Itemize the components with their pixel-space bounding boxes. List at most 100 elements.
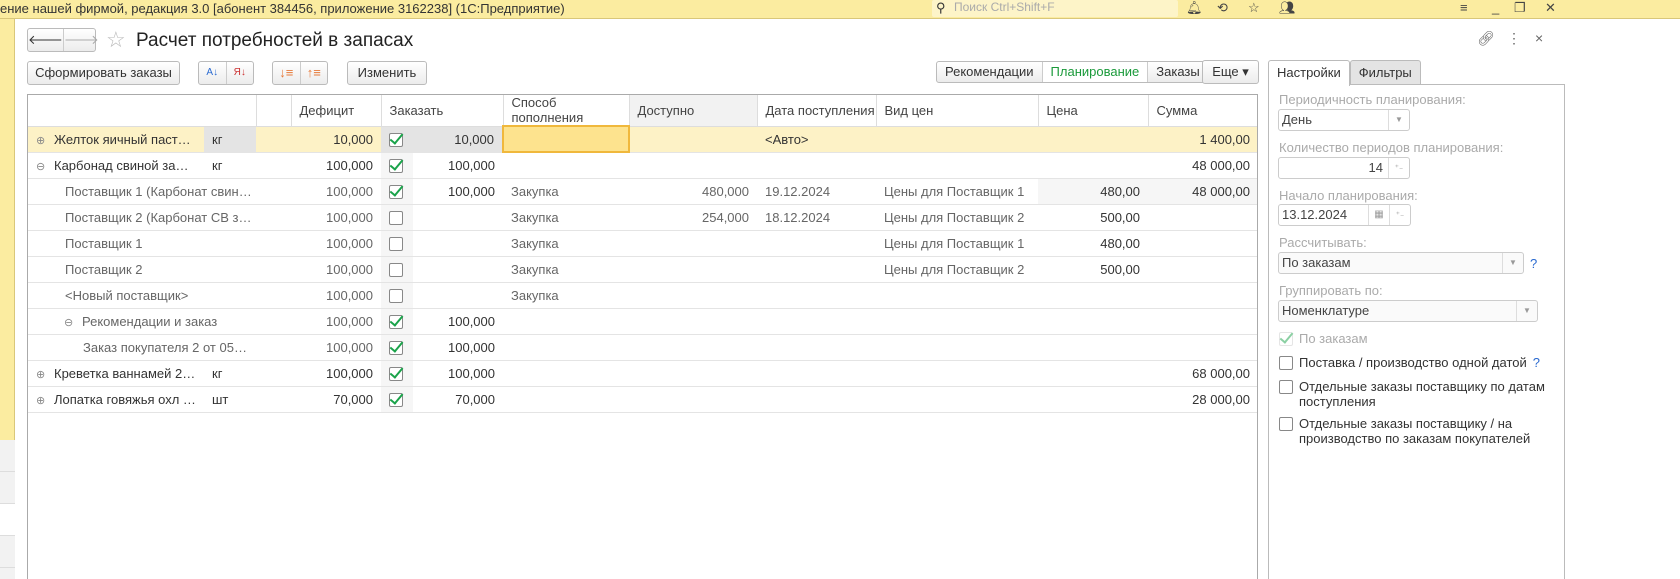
edit-button[interactable]: Изменить: [347, 61, 427, 85]
cell-price-type[interactable]: [876, 360, 1038, 387]
cell-order-qty[interactable]: [413, 282, 503, 309]
order-checkbox[interactable]: [389, 158, 403, 173]
cell-method[interactable]: Закупка: [503, 230, 629, 257]
order-checkbox[interactable]: [389, 366, 403, 381]
cell-name[interactable]: Поставщик 2 (Карбонат СВ з…: [28, 204, 291, 231]
separate-by-dates-checkbox[interactable]: [1279, 380, 1293, 394]
cell-date[interactable]: [757, 230, 876, 257]
cell-method[interactable]: Закупка: [503, 204, 629, 231]
cell-price-type[interactable]: Цены для Поставщик 1: [876, 178, 1038, 205]
cell-price[interactable]: [1038, 360, 1148, 387]
cell-order-check[interactable]: [381, 282, 413, 309]
order-checkbox[interactable]: [389, 132, 403, 147]
single-date-option[interactable]: Поставка / производство одной датой?: [1279, 355, 1540, 370]
start-date-field[interactable]: 13.12.2024 ▦ ⁺₋: [1278, 204, 1411, 226]
calc-select[interactable]: По заказам ▼: [1278, 252, 1524, 274]
cell-price-type[interactable]: [876, 334, 1038, 361]
cell-name[interactable]: Заказ покупателя 2 от 05…: [28, 334, 291, 361]
cell-name[interactable]: Поставщик 2: [28, 256, 291, 283]
collapse-icon[interactable]: ⊖: [64, 316, 74, 329]
cell-price[interactable]: [1038, 282, 1148, 309]
cell-order-qty[interactable]: 100,000: [413, 334, 503, 361]
cell-price[interactable]: [1038, 152, 1148, 179]
cell-price-type[interactable]: Цены для Поставщик 2: [876, 204, 1038, 231]
cell-order-qty[interactable]: 100,000: [413, 360, 503, 387]
table-row[interactable]: ⊕ Лопатка говяжья охл … шт 70,000 70,000 28 0…: [28, 386, 1257, 413]
sort-desc-icon[interactable]: Я↓: [227, 62, 254, 84]
order-checkbox[interactable]: [389, 236, 403, 251]
link-icon[interactable]: 🔗︎: [1477, 30, 1495, 47]
cell-date[interactable]: [757, 308, 876, 335]
more-vertical-icon[interactable]: ⋮: [1507, 30, 1521, 47]
move-up-icon[interactable]: ↑≡: [301, 62, 328, 84]
more-button[interactable]: Еще ▾: [1202, 60, 1259, 84]
cell-method[interactable]: Закупка: [503, 178, 629, 205]
col-price[interactable]: Цена: [1038, 95, 1149, 127]
move-down-icon[interactable]: ↓≡: [273, 62, 301, 84]
forward-button[interactable]: 🡒: [64, 29, 99, 51]
close-app-icon[interactable]: ✕: [1545, 0, 1556, 16]
separate-by-customer-orders-checkbox[interactable]: [1279, 417, 1293, 431]
expand-icon[interactable]: ⊕: [36, 134, 46, 147]
order-checkbox[interactable]: [389, 340, 403, 355]
cell-price[interactable]: [1038, 386, 1148, 413]
table-row[interactable]: Поставщик 1 100,000 Закупка Цены для Постав…: [28, 230, 1257, 257]
cell-date[interactable]: [757, 360, 876, 387]
tab-orders[interactable]: Заказы: [1148, 62, 1207, 82]
collapse-icon[interactable]: ⊖: [36, 160, 46, 173]
table-row[interactable]: ⊕ Креветка ваннамей 26… кг 100,000 100,000 68…: [28, 360, 1257, 387]
cell-method[interactable]: [503, 386, 629, 413]
cell-price[interactable]: [1038, 126, 1148, 153]
cell-name[interactable]: ⊖ Рекомендации и заказ: [28, 308, 291, 335]
cell-name[interactable]: Поставщик 1: [28, 230, 291, 257]
table-row[interactable]: Поставщик 2 (Карбонат СВ з… 100,000 Закупк…: [28, 204, 1257, 231]
needs-table[interactable]: Дефицит Заказать Способ пополнения Досту…: [27, 94, 1258, 579]
order-checkbox[interactable]: [389, 184, 403, 199]
cell-price-type[interactable]: [876, 308, 1038, 335]
cell-price-type[interactable]: Цены для Поставщик 1: [876, 230, 1038, 257]
cell-name[interactable]: ⊕ Лопатка говяжья охл …: [28, 386, 204, 413]
tab-filters[interactable]: Фильтры: [1349, 60, 1421, 85]
col-date[interactable]: Дата поступления: [757, 95, 877, 127]
restore-icon[interactable]: ❐: [1514, 0, 1526, 16]
favorites-icon[interactable]: ☆: [1248, 0, 1260, 16]
spinner-icon[interactable]: ⁺₋: [1388, 158, 1409, 178]
cell-name[interactable]: ⊕ Креветка ваннамей 26…: [28, 360, 204, 387]
history-icon[interactable]: ⟲: [1217, 0, 1228, 16]
spinner-icon[interactable]: ⁺₋: [1389, 205, 1410, 225]
bell-icon[interactable]: 🔔︎: [1186, 0, 1203, 16]
expand-icon[interactable]: ⊕: [36, 394, 46, 407]
table-row[interactable]: Поставщик 2 100,000 Закупка Цены для Постав…: [28, 256, 1257, 283]
cell-order-check[interactable]: [381, 256, 413, 283]
order-checkbox[interactable]: [389, 210, 403, 225]
col-blank[interactable]: [256, 95, 292, 127]
cell-date[interactable]: 18.12.2024: [757, 204, 876, 231]
cell-price-type[interactable]: [876, 126, 1038, 153]
cell-price-type[interactable]: [876, 282, 1038, 309]
table-row[interactable]: ⊖ Карбонад свиной замо… кг 100,000 100,000 48…: [28, 152, 1257, 179]
cell-order-qty[interactable]: [413, 204, 503, 231]
global-search-input[interactable]: ⚲ Поиск Ctrl+Shift+F: [932, 0, 1178, 17]
cell-order-qty[interactable]: 100,000: [413, 152, 503, 179]
group-select[interactable]: Номенклатуре ▼: [1278, 300, 1538, 322]
cell-order-check[interactable]: [381, 204, 413, 231]
cell-price-type[interactable]: [876, 152, 1038, 179]
col-name[interactable]: [28, 95, 257, 127]
cell-order-check[interactable]: [381, 178, 413, 205]
cell-order-qty[interactable]: 70,000: [413, 386, 503, 413]
help-icon[interactable]: ?: [1530, 256, 1537, 271]
col-method[interactable]: Способ пополнения: [503, 95, 630, 127]
separate-by-dates-option[interactable]: Отдельные заказы поставщику по датам пос…: [1279, 379, 1549, 409]
table-row[interactable]: Поставщик 1 (Карбонат свин… 100,000 100,00…: [28, 178, 1257, 205]
cell-price[interactable]: 480,00: [1038, 230, 1148, 257]
cell-order-check[interactable]: [381, 308, 413, 335]
cell-price[interactable]: 500,00: [1038, 204, 1148, 231]
cell-order-check[interactable]: [381, 386, 413, 413]
order-checkbox[interactable]: [389, 314, 403, 329]
cell-order-check[interactable]: [381, 152, 413, 179]
cell-order-qty[interactable]: [413, 230, 503, 257]
cell-method[interactable]: [503, 152, 629, 179]
col-available[interactable]: Доступно: [629, 95, 758, 127]
table-row[interactable]: ⊕ Желток яичный пасте… кг 10,000 10,000 <Авто…: [28, 125, 1257, 153]
table-row[interactable]: ⊖ Рекомендации и заказ 100,000 100,000: [28, 308, 1257, 335]
